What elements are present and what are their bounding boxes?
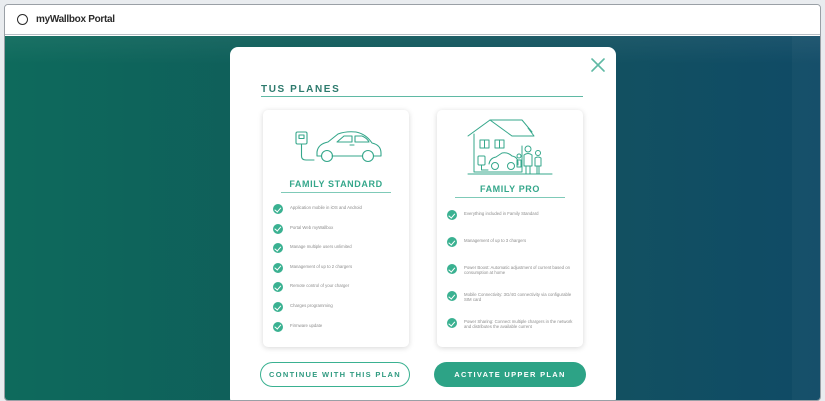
check-icon	[273, 301, 283, 312]
continue-plan-button[interactable]: CONTINUE WITH THIS PLAN	[260, 362, 410, 387]
check-icon	[273, 204, 283, 214]
list-item: Application mobile in iOS and Android	[273, 204, 405, 225]
app-window: myWallbox Portal TUS PLANES FAMILY STAND…	[4, 4, 821, 401]
plan-title-divider	[455, 197, 565, 198]
check-icon	[273, 262, 283, 273]
list-item: Power Boost: Automatic adjustment of cur…	[447, 264, 579, 292]
check-icon	[447, 318, 457, 328]
check-icon	[273, 282, 283, 293]
check-icon	[273, 243, 283, 254]
plan-title: FAMILY PRO	[479, 184, 540, 194]
modal-backdrop[interactable]: TUS PLANES FAMILY STANDARD Application m…	[5, 36, 820, 400]
list-item: Remote control of your charger	[273, 282, 405, 303]
close-icon[interactable]	[590, 57, 606, 73]
app-title: myWallbox Portal	[36, 14, 115, 25]
list-item: Mobile Connectivity: 3G/4G connectivity …	[447, 291, 579, 319]
check-icon	[447, 264, 457, 274]
charger-car-icon	[263, 126, 409, 168]
check-icon	[447, 291, 457, 301]
app-logo-icon	[17, 14, 28, 25]
house-family-icon	[437, 116, 583, 178]
list-item: Management of up to 3 chargers	[447, 237, 579, 265]
plan-title: FAMILY STANDARD	[289, 179, 383, 189]
plan-card-pro: FAMILY PRO Everything included in Family…	[437, 110, 583, 347]
list-item: Everything included in Family Standard	[447, 210, 579, 238]
title-bar: myWallbox Portal	[5, 5, 820, 35]
plan-card-standard: FAMILY STANDARD Application mobile in iO…	[263, 110, 409, 347]
plans-modal: TUS PLANES FAMILY STANDARD Application m…	[230, 47, 616, 400]
list-item: Power Sharing: Connect multiple chargers…	[447, 318, 579, 346]
list-item: Firmware update	[273, 321, 405, 343]
check-icon	[447, 210, 457, 220]
feature-list: Application mobile in iOS and Android Po…	[273, 204, 405, 343]
list-item: Management of up to 2 chargers	[273, 262, 405, 284]
feature-list: Everything included in Family Standard M…	[447, 210, 579, 346]
list-item: Charges programming	[273, 301, 405, 323]
check-icon	[447, 237, 457, 247]
list-item: Portal Web myWallbox	[273, 223, 405, 245]
check-icon	[273, 223, 283, 234]
heading-divider	[261, 96, 583, 97]
list-item: Manage multiple users unlimited	[273, 243, 405, 264]
check-icon	[273, 321, 283, 332]
modal-heading: TUS PLANES	[261, 84, 341, 95]
plan-title-divider	[281, 192, 391, 193]
activate-plan-button[interactable]: ACTIVATE UPPER PLAN	[434, 362, 586, 387]
